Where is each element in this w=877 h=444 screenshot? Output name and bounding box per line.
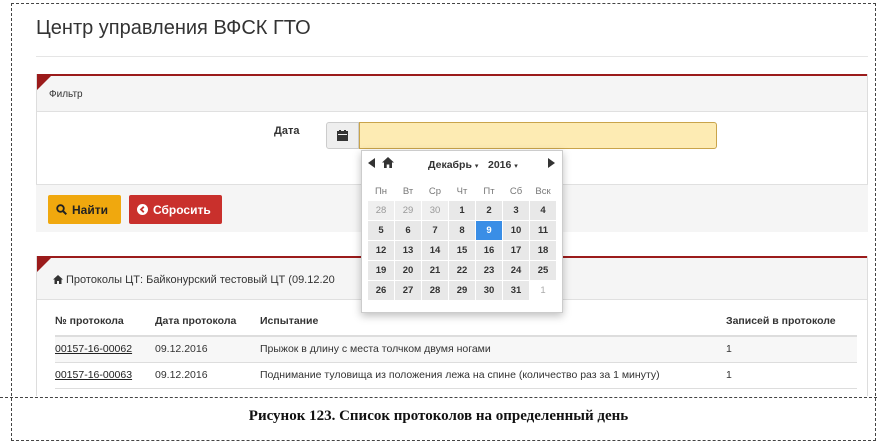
- calendar-day[interactable]: 22: [449, 261, 475, 280]
- calendar-day[interactable]: 12: [368, 241, 394, 260]
- week-row: 19 20 21 22 23 24 25: [368, 261, 556, 280]
- calendar-day[interactable]: 19: [368, 261, 394, 280]
- calendar-day[interactable]: 28: [368, 201, 394, 220]
- weekday-header: Вт: [402, 185, 414, 197]
- protocol-number-cell[interactable]: 00157-16-00063: [55, 362, 155, 389]
- calendar-day[interactable]: 27: [395, 281, 421, 300]
- test-cell: Прыжок в длину с места толчком двумя ног…: [260, 336, 726, 363]
- col-protocol-number: № протокола: [55, 308, 155, 337]
- col-protocol-date: Дата протокола: [155, 308, 260, 337]
- calendar-day[interactable]: 30: [476, 281, 502, 300]
- test-cell: Поднимание туловища из положения лежа на…: [260, 362, 726, 389]
- weekday-header: Пн: [374, 185, 388, 197]
- accent-corner: [37, 76, 51, 90]
- calendar-day[interactable]: 3: [503, 201, 529, 220]
- records-count-cell: 1: [726, 336, 857, 363]
- calendar-day[interactable]: 17: [503, 241, 529, 260]
- page-title: Центр управления ВФСК ГТО: [36, 17, 311, 39]
- home-icon[interactable]: [382, 157, 394, 168]
- week-row: 26 27 28 29 30 31 1: [368, 281, 556, 300]
- calendar-day[interactable]: 16: [476, 241, 502, 260]
- chevron-down-icon: ▾: [514, 163, 518, 170]
- year-label: 2016: [488, 159, 512, 171]
- search-icon: [56, 204, 67, 215]
- protocol-date-cell: 09.12.2016: [155, 362, 260, 389]
- figure-caption: Рисунок 123. Список протоколов на опреде…: [248, 408, 629, 424]
- calendar-day[interactable]: 1: [530, 281, 556, 300]
- datepicker-grid: Пн Вт Ср Чт Пт Сб Вск 28 29 30 1 2 3 4 5 6 7 8 9 10 11 12 13 1…: [367, 181, 557, 301]
- calendar-day[interactable]: 29: [449, 281, 475, 300]
- calendar-day[interactable]: 7: [422, 221, 448, 240]
- calendar-icon: [337, 130, 348, 141]
- calendar-day[interactable]: 26: [368, 281, 394, 300]
- calendar-day[interactable]: 4: [530, 201, 556, 220]
- col-records-count: Записей в протоколе: [726, 308, 857, 337]
- weekday-header: Чт: [456, 185, 468, 197]
- weekday-header: Сб: [509, 185, 523, 197]
- find-button[interactable]: Найти: [48, 195, 121, 224]
- calendar-day[interactable]: 5: [368, 221, 394, 240]
- calendar-day[interactable]: 30: [422, 201, 448, 220]
- calendar-day[interactable]: 20: [395, 261, 421, 280]
- protocols-title-text: Протоколы ЦТ: Байконурский тестовый ЦТ (…: [66, 274, 335, 286]
- accent-corner: [37, 258, 51, 272]
- protocols-title: Протоколы ЦТ: Байконурский тестовый ЦТ (…: [53, 274, 335, 286]
- prev-month-icon[interactable]: [368, 158, 376, 168]
- home-icon: [53, 275, 63, 284]
- calendar-day[interactable]: 18: [530, 241, 556, 260]
- next-month-icon[interactable]: [547, 158, 555, 168]
- calendar-day[interactable]: 6: [395, 221, 421, 240]
- calendar-day[interactable]: 11: [530, 221, 556, 240]
- filter-panel-title: Фильтр: [49, 89, 83, 100]
- month-label: Декабрь: [428, 159, 472, 171]
- protocol-link[interactable]: 00157-16-00063: [55, 369, 132, 381]
- datepicker-header: Декабрь ▾ 2016 ▾: [362, 151, 562, 177]
- month-selector[interactable]: Декабрь ▾: [428, 159, 478, 171]
- table-row: 00157-16-00063 09.12.2016 Поднимание тул…: [55, 362, 857, 389]
- weekday-header: Ср: [428, 185, 442, 197]
- week-row: 12 13 14 15 16 17 18: [368, 241, 556, 260]
- weekday-header: Пт: [483, 185, 495, 197]
- calendar-day[interactable]: 13: [395, 241, 421, 260]
- reset-button-label: Сбросить: [153, 202, 211, 217]
- records-count-cell: 1: [726, 362, 857, 389]
- calendar-day[interactable]: 2: [476, 201, 502, 220]
- calendar-day[interactable]: 9: [476, 221, 502, 240]
- caption-divider: [0, 397, 877, 398]
- protocol-date-cell: 09.12.2016: [155, 336, 260, 363]
- date-field[interactable]: [359, 122, 717, 149]
- table-row: 00157-16-00062 09.12.2016 Прыжок в длину…: [55, 336, 857, 363]
- week-row: 28 29 30 1 2 3 4: [368, 201, 556, 220]
- calendar-day[interactable]: 10: [503, 221, 529, 240]
- week-row: 5 6 7 8 9 10 11: [368, 221, 556, 240]
- calendar-button[interactable]: [326, 122, 359, 149]
- reset-icon: [137, 204, 148, 215]
- weekday-row: Пн Вт Ср Чт Пт Сб Вск: [368, 182, 556, 200]
- year-selector[interactable]: 2016 ▾: [488, 159, 518, 171]
- weekday-header: Вск: [535, 185, 551, 197]
- find-button-label: Найти: [72, 202, 108, 217]
- calendar-day[interactable]: 24: [503, 261, 529, 280]
- calendar-day[interactable]: 14: [422, 241, 448, 260]
- calendar-day[interactable]: 1: [449, 201, 475, 220]
- filter-panel-header: Фильтр: [37, 74, 867, 112]
- calendar-day[interactable]: 31: [503, 281, 529, 300]
- calendar-day[interactable]: 23: [476, 261, 502, 280]
- protocol-number-cell[interactable]: 00157-16-00062: [55, 336, 155, 363]
- calendar-day[interactable]: 21: [422, 261, 448, 280]
- datepicker-popup: Декабрь ▾ 2016 ▾ Пн Вт Ср Чт Пт Сб Вск 28 29 30 1…: [361, 150, 563, 313]
- calendar-day[interactable]: 29: [395, 201, 421, 220]
- calendar-day[interactable]: 8: [449, 221, 475, 240]
- reset-button[interactable]: Сбросить: [129, 195, 222, 224]
- date-label: Дата: [274, 125, 300, 137]
- protocol-link[interactable]: 00157-16-00062: [55, 343, 132, 355]
- title-rule: [36, 56, 868, 57]
- protocols-table: № протокола Дата протокола Испытание Зап…: [55, 308, 857, 389]
- calendar-day[interactable]: 28: [422, 281, 448, 300]
- calendar-day[interactable]: 15: [449, 241, 475, 260]
- chevron-down-icon: ▾: [474, 163, 479, 170]
- calendar-day[interactable]: 25: [530, 261, 556, 280]
